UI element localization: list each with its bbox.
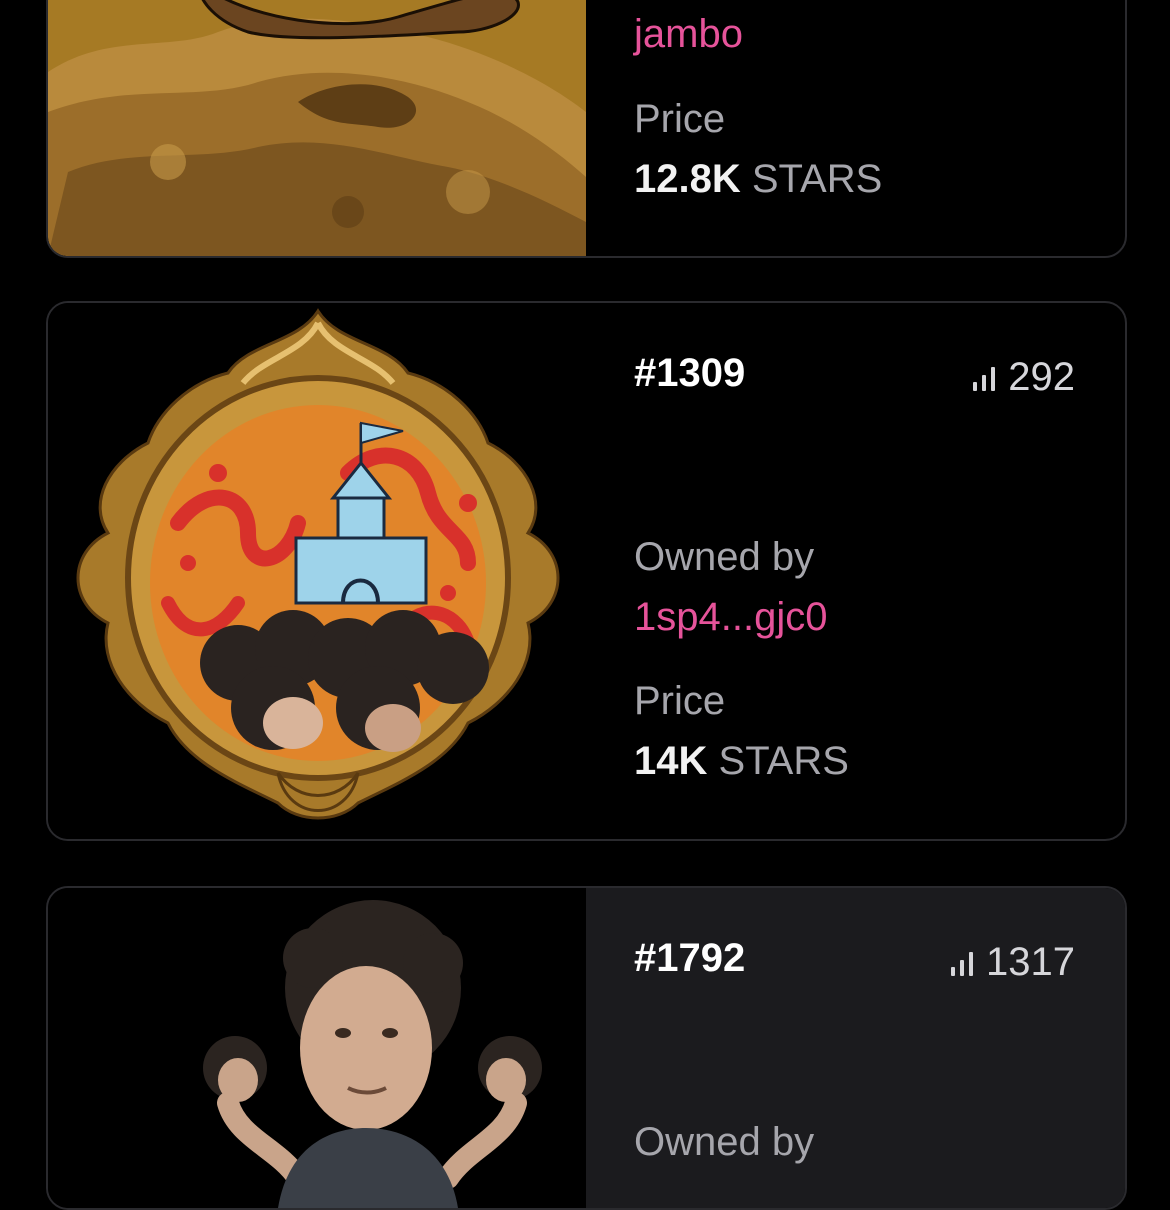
owned-by-label: Owned by	[634, 535, 815, 579]
price-unit: STARS	[718, 739, 849, 783]
nft-image-2[interactable]	[48, 303, 586, 839]
nft-info-2: #1309 292 Owned by 1sp4...gjc0 Price 14K…	[586, 303, 1125, 839]
nft-card-3[interactable]: #1792 1317 Owned by	[46, 886, 1127, 1210]
portrait-nft-image	[48, 888, 586, 1208]
rank-bars-icon	[951, 951, 974, 976]
price-value: 14K	[634, 739, 708, 783]
nft-info-1: jambo Price 12.8K STARS	[586, 0, 1125, 256]
price-value: 12.8K	[634, 157, 741, 201]
owned-by-label: Owned by	[634, 1120, 815, 1164]
nft-image-3[interactable]	[48, 888, 586, 1208]
nft-card-2[interactable]: #1309 292 Owned by 1sp4...gjc0 Price 14K…	[46, 301, 1127, 841]
token-id: #1309	[634, 351, 746, 395]
price-label: Price	[634, 679, 726, 723]
price-label: Price	[634, 97, 726, 141]
castle-mirror-nft-image	[48, 303, 586, 839]
rank-value: 1317	[986, 940, 1075, 984]
price-text: 12.8K STARS	[634, 157, 882, 202]
nft-card-1[interactable]: jambo Price 12.8K STARS	[46, 0, 1127, 258]
meme-nft-image	[48, 0, 586, 256]
price-unit: STARS	[751, 157, 883, 201]
owner-link[interactable]: jambo	[634, 12, 743, 57]
nft-image-1[interactable]	[48, 0, 586, 256]
token-id: #1792	[634, 936, 746, 980]
price-text: 14K STARS	[634, 739, 849, 784]
owner-link[interactable]: 1sp4...gjc0	[634, 595, 827, 640]
rank-badge: 1317	[950, 940, 1075, 985]
rank-value: 292	[1008, 355, 1075, 399]
rank-bars-icon	[973, 366, 996, 391]
nft-info-3: #1792 1317 Owned by	[586, 888, 1125, 1208]
rank-badge: 292	[972, 355, 1075, 400]
